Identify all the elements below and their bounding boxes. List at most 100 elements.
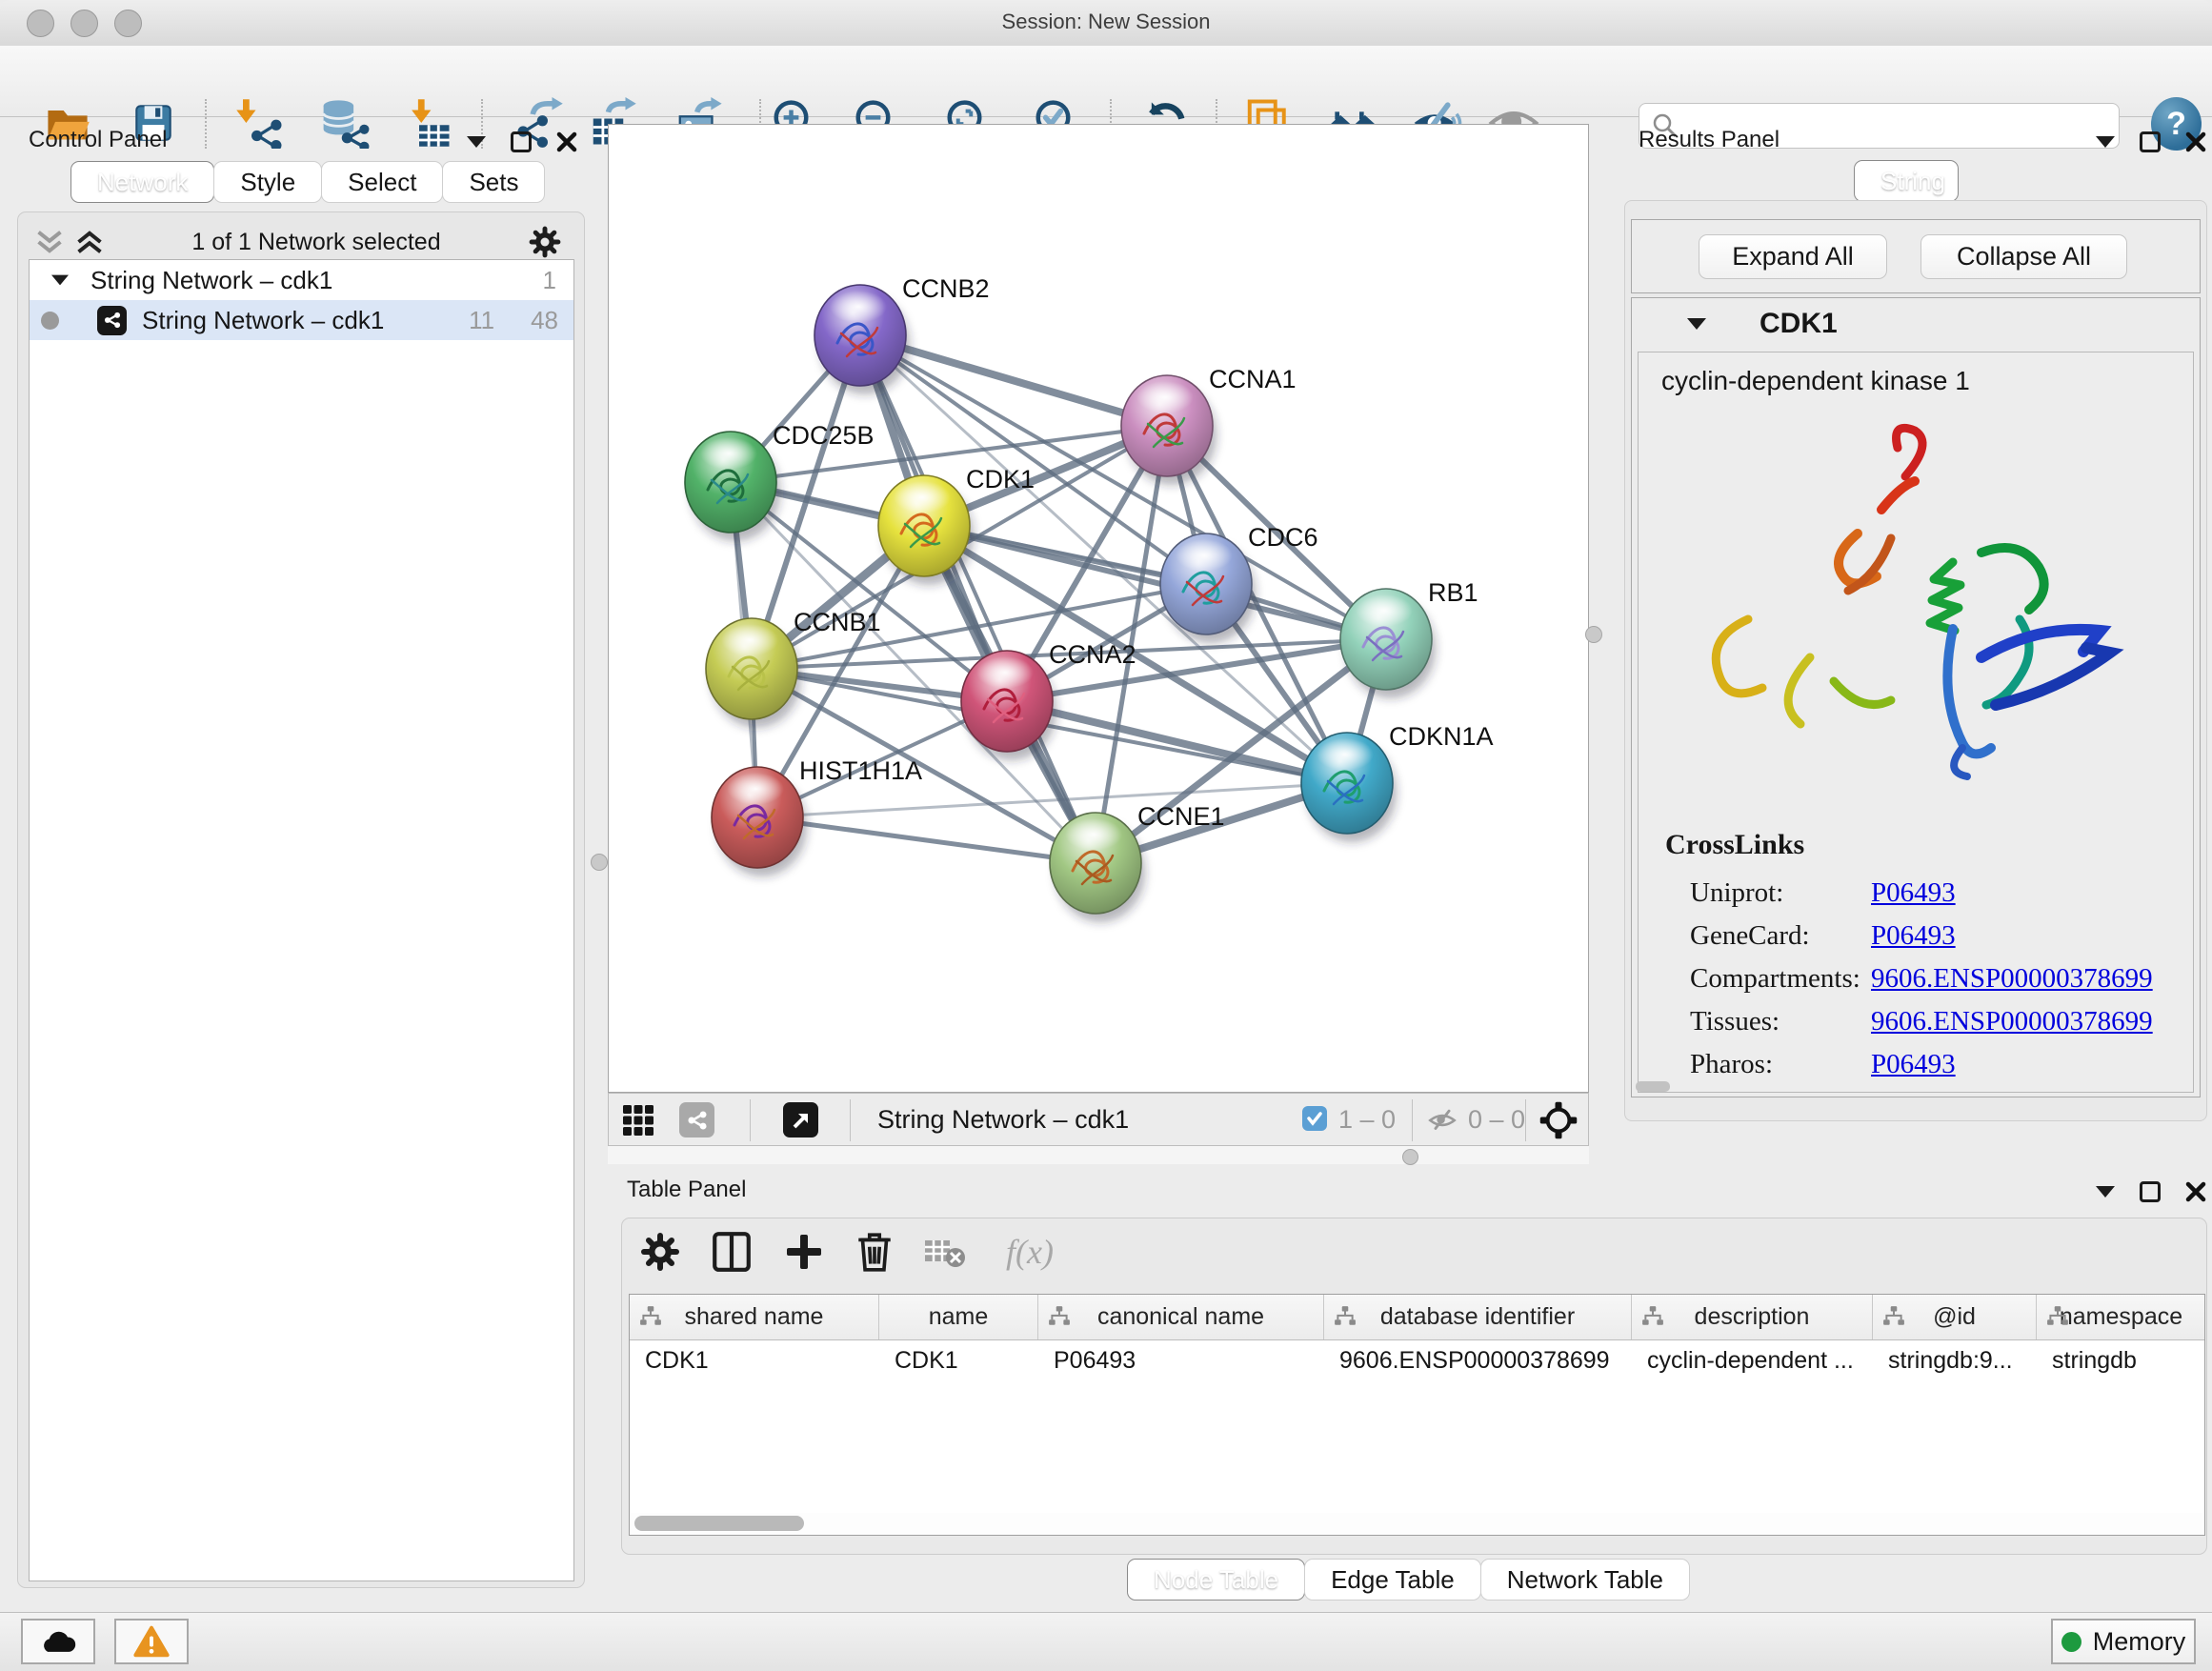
node-label: CCNA2 — [1049, 640, 1136, 669]
table-cell[interactable]: CDK1 — [879, 1347, 1038, 1375]
selected-checkbox-icon[interactable] — [1302, 1106, 1327, 1131]
tab-edge-table[interactable]: Edge Table — [1304, 1559, 1481, 1601]
delete-table-button[interactable] — [920, 1227, 970, 1277]
float-panel-icon[interactable] — [511, 131, 532, 152]
column-label: @id — [1933, 1303, 1976, 1331]
show-columns-button[interactable] — [707, 1227, 756, 1277]
database-icon — [318, 97, 370, 149]
cloud-status-button[interactable] — [21, 1619, 95, 1664]
expand-all-button[interactable]: Expand All — [1699, 234, 1887, 279]
network-graph[interactable]: CCNB2 CCNA1 CDC25B CDK1 — [609, 125, 1588, 1092]
tab-node-table[interactable]: Node Table — [1127, 1559, 1305, 1601]
column-header-namespace[interactable]: namespace — [2037, 1295, 2205, 1339]
table-row[interactable]: CDK1CDK1P064939606.ENSP00000378699cyclin… — [630, 1340, 2204, 1380]
collapse-panel-icon[interactable] — [2096, 1186, 2115, 1198]
entry-expander-icon[interactable] — [1687, 318, 1706, 330]
crosslink-link[interactable]: 9606.ENSP00000378699 — [1871, 1006, 2153, 1037]
hidden-eye-icon[interactable] — [1424, 1104, 1460, 1143]
network-row-selected[interactable]: String Network – cdk1 11 48 — [30, 300, 573, 340]
crosslink-link[interactable]: P06493 — [1871, 1049, 1956, 1080]
close-panel-icon[interactable] — [2185, 131, 2206, 152]
network-node[interactable]: CDK1 — [878, 465, 1035, 585]
import-network-file-button[interactable] — [232, 95, 288, 151]
open-in-window-icon[interactable] — [783, 1102, 818, 1137]
column-header-@id[interactable]: @id — [1873, 1295, 2037, 1339]
close-panel-icon[interactable] — [556, 131, 577, 152]
grid-view-icon[interactable] — [622, 1104, 654, 1143]
network-node[interactable]: CCNA2 — [961, 640, 1136, 760]
crosslink-link[interactable]: P06493 — [1871, 877, 1956, 909]
tab-string[interactable]: String — [1854, 160, 1959, 202]
delete-column-button[interactable] — [850, 1227, 899, 1277]
tab-sets[interactable]: Sets — [442, 161, 545, 203]
crosslink-label: Compartments: — [1690, 963, 1871, 995]
tab-style[interactable]: Style — [213, 161, 322, 203]
collapse-all-icon[interactable] — [34, 229, 65, 255]
column-label: shared name — [685, 1303, 824, 1331]
footer-divider — [850, 1099, 851, 1141]
table-cell[interactable]: P06493 — [1038, 1347, 1324, 1375]
birdseye-crosshair-icon[interactable] — [1538, 1100, 1579, 1147]
column-header-database-identifier[interactable]: database identifier — [1324, 1295, 1632, 1339]
column-label: description — [1695, 1303, 1810, 1331]
add-column-button[interactable] — [779, 1227, 829, 1277]
import-network-database-button[interactable] — [316, 95, 372, 151]
network-node[interactable]: RB1 — [1340, 578, 1478, 698]
table-cell[interactable]: CDK1 — [630, 1347, 879, 1375]
table-cell[interactable]: cyclin-dependent ... — [1632, 1347, 1873, 1375]
right-splitter-handle[interactable] — [1585, 626, 1602, 643]
tab-network[interactable]: Network — [70, 161, 214, 203]
warnings-button[interactable] — [114, 1619, 189, 1664]
tab-network-table[interactable]: Network Table — [1480, 1559, 1690, 1601]
column-header-description[interactable]: description — [1632, 1295, 1873, 1339]
table-horizontal-scrollbar[interactable] — [631, 1513, 2202, 1534]
left-splitter-handle[interactable] — [591, 854, 608, 871]
column-header-name[interactable]: name — [879, 1295, 1038, 1339]
network-options-gear-icon[interactable] — [528, 225, 562, 259]
network-node[interactable]: HIST1H1A — [712, 756, 922, 876]
float-panel-icon[interactable] — [2140, 1181, 2161, 1202]
collapse-panel-icon[interactable] — [2096, 136, 2115, 148]
network-collection-row[interactable]: String Network – cdk1 1 — [30, 260, 573, 300]
crosslink-link[interactable]: P06493 — [1871, 920, 1956, 952]
horizontal-scrollbar-thumb[interactable] — [1636, 1081, 1670, 1092]
collapse-all-button[interactable]: Collapse All — [1920, 234, 2127, 279]
crosslink-link[interactable]: 9606.ENSP00000378699 — [1871, 963, 2153, 995]
network-node[interactable]: CCNB1 — [706, 608, 881, 728]
network-node[interactable]: CCNE1 — [1050, 802, 1225, 922]
warning-icon — [133, 1624, 170, 1659]
close-panel-icon[interactable] — [2185, 1181, 2206, 1202]
float-panel-icon[interactable] — [2140, 131, 2161, 152]
import-table-file-button[interactable] — [400, 95, 455, 151]
crosslinks-list: Uniprot:P06493GeneCard:P06493Compartment… — [1690, 872, 2176, 1086]
splitter-handle[interactable] — [1402, 1149, 1418, 1165]
string-results-box: CDK1 cyclin-dependent kinase 1 — [1631, 297, 2201, 1097]
main-toolbar: ? — [0, 46, 2212, 117]
memory-button[interactable]: Memory — [2051, 1619, 2196, 1664]
network-share-icon[interactable] — [679, 1102, 714, 1137]
canvas-splitter[interactable] — [608, 1146, 1589, 1164]
scrollbar-thumb[interactable] — [634, 1516, 804, 1531]
table-settings-gear-button[interactable] — [635, 1227, 685, 1277]
table-cell[interactable]: stringdb:9... — [1873, 1347, 2037, 1375]
footer-divider — [1412, 1099, 1413, 1141]
network-node[interactable]: CCNB2 — [814, 274, 990, 394]
network-node[interactable]: CDC6 — [1160, 523, 1318, 643]
column-header-canonical-name[interactable]: canonical name — [1038, 1295, 1324, 1339]
network-node-count: 11 — [469, 306, 494, 335]
node-entry-header[interactable]: CDK1 — [1632, 298, 2200, 350]
footer-divider — [1525, 1099, 1526, 1141]
results-panel-controls — [2096, 131, 2206, 152]
crosslink-label: Tissues: — [1690, 1006, 1871, 1037]
tree-expander-icon[interactable] — [51, 275, 69, 286]
expand-all-icon[interactable] — [74, 229, 105, 255]
network-node[interactable]: CDKN1A — [1301, 722, 1494, 842]
function-builder-button[interactable]: f(x) — [996, 1227, 1063, 1277]
network-nodes[interactable]: CCNB2 CCNA1 CDC25B CDK1 — [685, 274, 1494, 922]
table-cell[interactable]: stringdb — [2037, 1347, 2205, 1375]
column-header-shared-name[interactable]: shared name — [630, 1295, 879, 1339]
collapse-panel-icon[interactable] — [467, 136, 486, 148]
tab-select[interactable]: Select — [321, 161, 443, 203]
table-cell[interactable]: 9606.ENSP00000378699 — [1324, 1347, 1632, 1375]
network-collection-count: 1 — [543, 266, 556, 295]
